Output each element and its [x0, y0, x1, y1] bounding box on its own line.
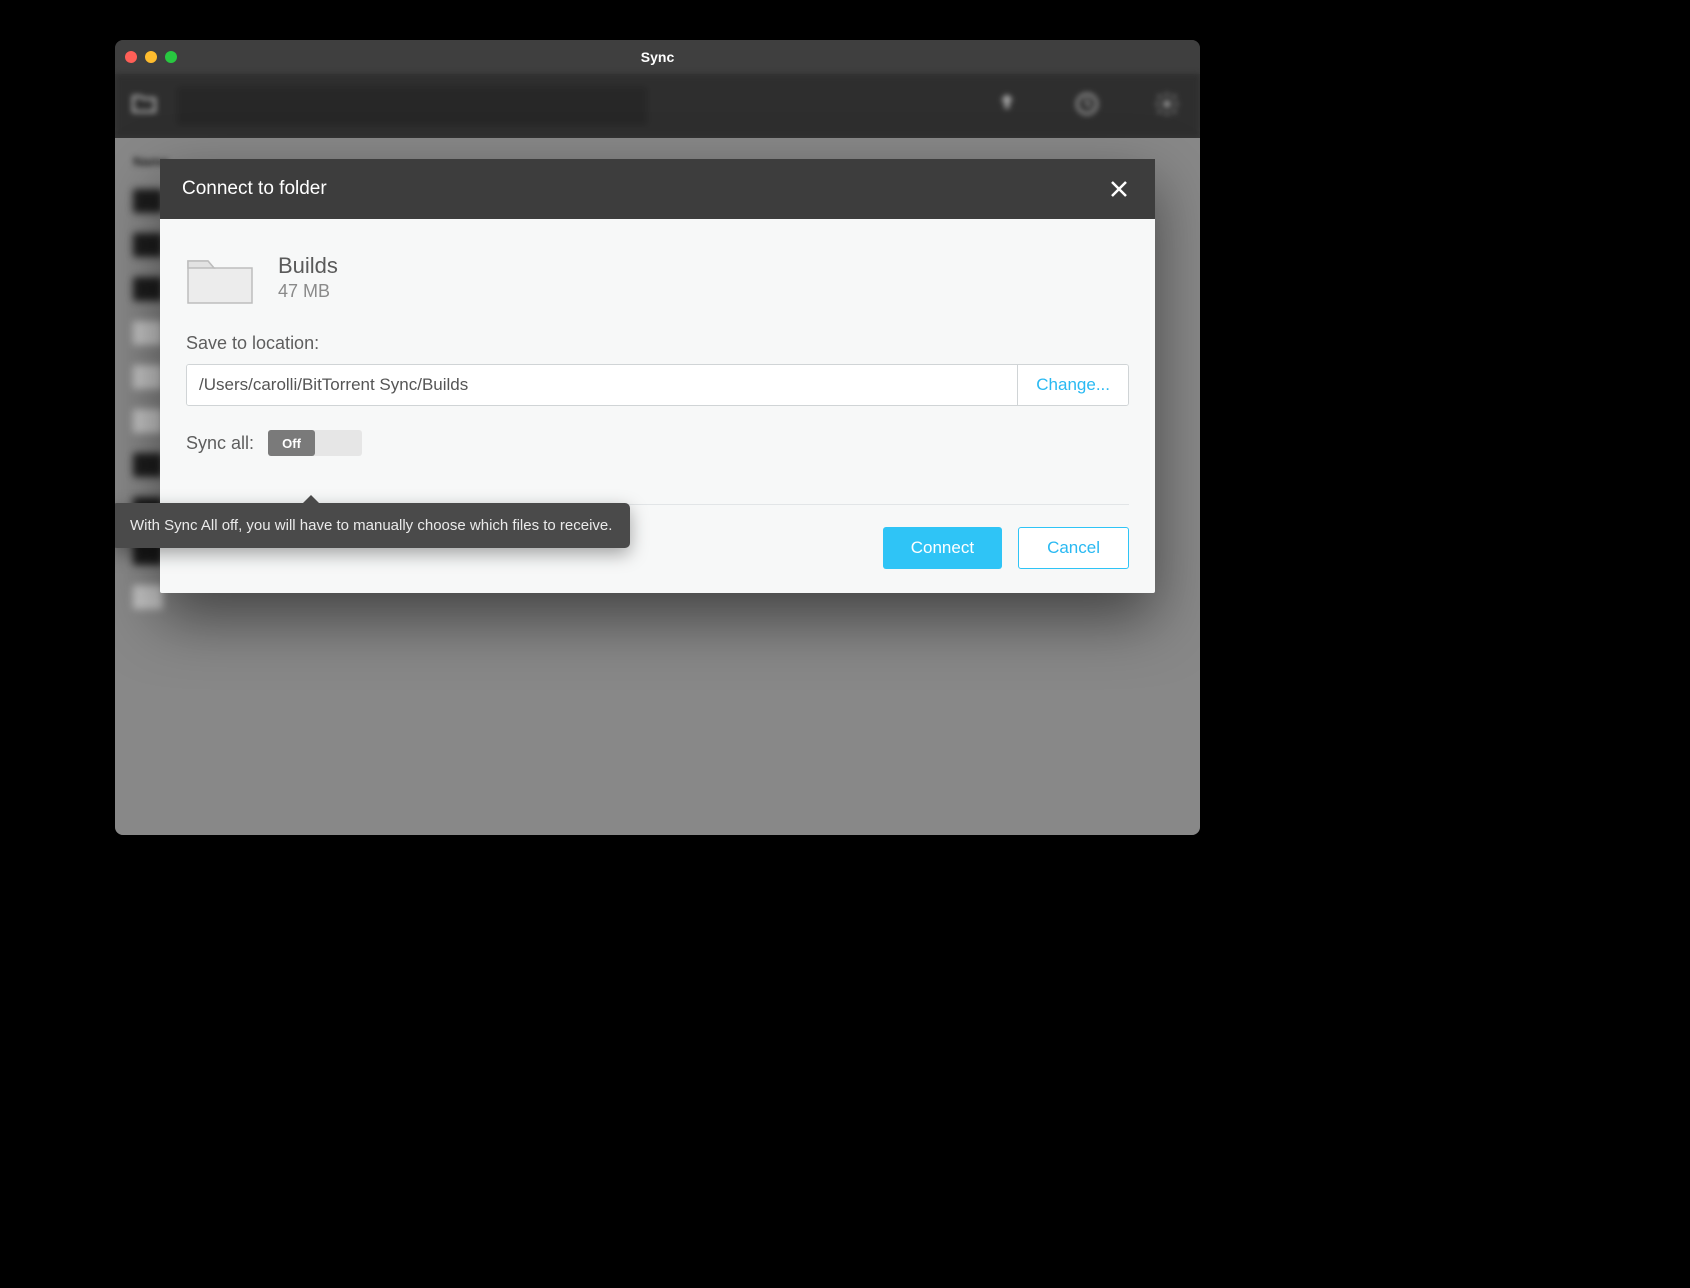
close-window-button[interactable] — [125, 51, 137, 63]
connect-button[interactable]: Connect — [883, 527, 1002, 569]
folder-summary: Builds 47 MB — [186, 249, 1129, 305]
connect-folder-modal: Connect to folder — [160, 159, 1155, 593]
folder-icon — [186, 249, 254, 305]
close-icon — [1109, 179, 1129, 199]
maximize-window-button[interactable] — [165, 51, 177, 63]
titlebar: Sync — [115, 40, 1200, 74]
folder-size: 47 MB — [278, 281, 338, 302]
toggle-state-label: Off — [268, 430, 315, 456]
sync-all-row: Sync all: Off — [186, 430, 1129, 456]
close-button[interactable] — [1105, 175, 1133, 203]
location-field: Change... — [186, 364, 1129, 406]
location-label: Save to location: — [186, 333, 1129, 354]
modal-header: Connect to folder — [160, 159, 1155, 219]
folder-name: Builds — [278, 253, 338, 279]
modal-backdrop: Connect to folder — [115, 74, 1200, 835]
app-window: Sync Name — [115, 40, 1200, 835]
location-input[interactable] — [187, 365, 1017, 405]
cancel-button[interactable]: Cancel — [1018, 527, 1129, 569]
change-location-button[interactable]: Change... — [1017, 365, 1128, 405]
sync-all-label: Sync all: — [186, 433, 254, 454]
sync-all-tooltip: With Sync All off, you will have to manu… — [115, 503, 630, 548]
tooltip-text: With Sync All off, you will have to manu… — [130, 517, 612, 534]
sync-all-toggle[interactable]: Off — [268, 430, 362, 456]
modal-title: Connect to folder — [182, 178, 327, 200]
window-controls — [125, 51, 177, 63]
folder-meta: Builds 47 MB — [278, 253, 338, 302]
minimize-window-button[interactable] — [145, 51, 157, 63]
window-title: Sync — [115, 49, 1200, 65]
